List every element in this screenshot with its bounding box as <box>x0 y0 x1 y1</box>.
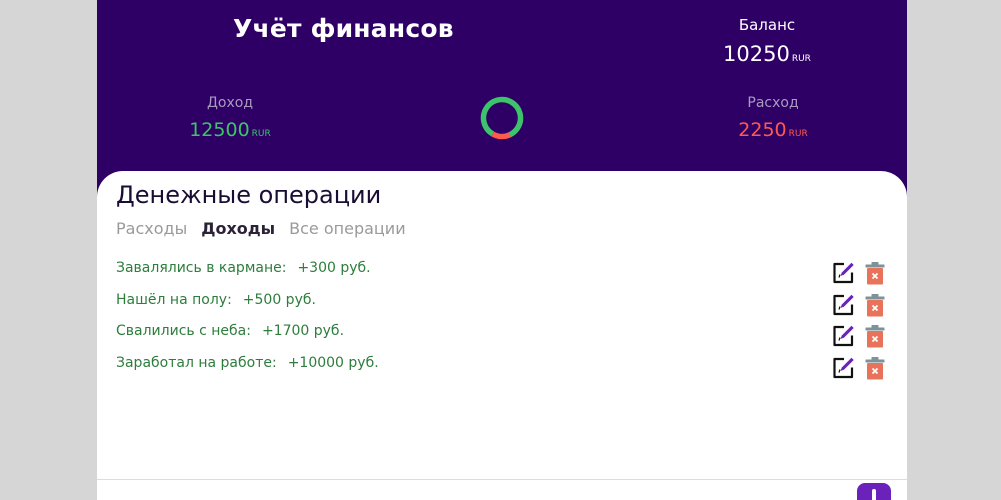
balance-value: 10250 <box>723 42 790 66</box>
operations-tabs: Расходы Доходы Все операции <box>116 219 406 238</box>
operation-amount: +1700 руб. <box>261 323 345 339</box>
trash-icon[interactable] <box>863 324 887 348</box>
operation-row: Завалялись в кармане: +300 руб. <box>116 260 888 292</box>
income-value-row: 12500 RUR <box>177 119 283 141</box>
expense-label: Расход <box>747 95 799 111</box>
expense-currency: RUR <box>788 129 808 139</box>
trash-icon[interactable] <box>863 261 887 285</box>
income-currency: RUR <box>251 129 271 139</box>
operation-actions <box>831 356 887 380</box>
balance-currency: RUR <box>791 54 811 64</box>
income-value: 12500 <box>189 119 250 141</box>
finance-app: Учёт финансов Баланс 10250 RUR Доход 1250… <box>97 0 907 500</box>
income-expense-donut <box>480 96 524 140</box>
operations-list: Завалялись в кармане: +300 руб. Нашёл на… <box>116 260 888 386</box>
tab-all-operations[interactable]: Все операции <box>289 219 405 238</box>
edit-icon[interactable] <box>831 261 855 285</box>
edit-icon[interactable] <box>831 356 855 380</box>
income-label: Доход <box>206 95 254 111</box>
operation-row: Свалились с неба: +1700 руб. <box>116 323 888 355</box>
balance-block: Баланс 10250 RUR <box>717 16 817 66</box>
operation-row: Заработал на работе: +10000 руб. <box>116 355 888 387</box>
expense-block: Расход 2250 RUR <box>723 95 823 141</box>
summary-header: Учёт финансов Баланс 10250 RUR Доход 1250… <box>97 0 907 190</box>
operation-amount: +10000 руб. <box>287 354 379 371</box>
operation-actions <box>831 261 887 285</box>
operation-description: Заработал на работе: <box>116 354 277 371</box>
operation-amount: +500 руб. <box>242 291 316 308</box>
operation-description: Завалялись в кармане: <box>116 260 287 276</box>
add-glyph <box>872 489 876 500</box>
operation-description: Нашёл на полу: <box>116 291 232 308</box>
footer-divider <box>97 479 907 480</box>
balance-label: Баланс <box>738 16 796 34</box>
operation-actions <box>831 324 887 348</box>
balance-value-row: 10250 RUR <box>717 42 817 66</box>
expense-value-row: 2250 RUR <box>723 119 823 141</box>
edit-icon[interactable] <box>831 293 855 317</box>
app-title: Учёт финансов <box>233 14 454 43</box>
operation-description: Свалились с неба: <box>116 323 251 339</box>
operation-amount: +300 руб. <box>297 260 371 276</box>
trash-icon[interactable] <box>863 293 887 317</box>
edit-icon[interactable] <box>831 324 855 348</box>
tab-expenses[interactable]: Расходы <box>116 219 187 238</box>
operation-actions <box>831 293 887 317</box>
operations-title: Денежные операции <box>116 181 382 209</box>
operation-row: Нашёл на полу: +500 руб. <box>116 292 888 324</box>
income-block: Доход 12500 RUR <box>177 95 283 141</box>
trash-icon[interactable] <box>863 356 887 380</box>
tab-income[interactable]: Доходы <box>201 219 275 238</box>
operations-panel: Денежные операции Расходы Доходы Все опе… <box>97 171 907 500</box>
donut-income-arc <box>480 96 524 140</box>
expense-value: 2250 <box>738 119 787 141</box>
add-operation-button[interactable] <box>857 483 891 500</box>
donut-expense-arc <box>480 96 524 140</box>
